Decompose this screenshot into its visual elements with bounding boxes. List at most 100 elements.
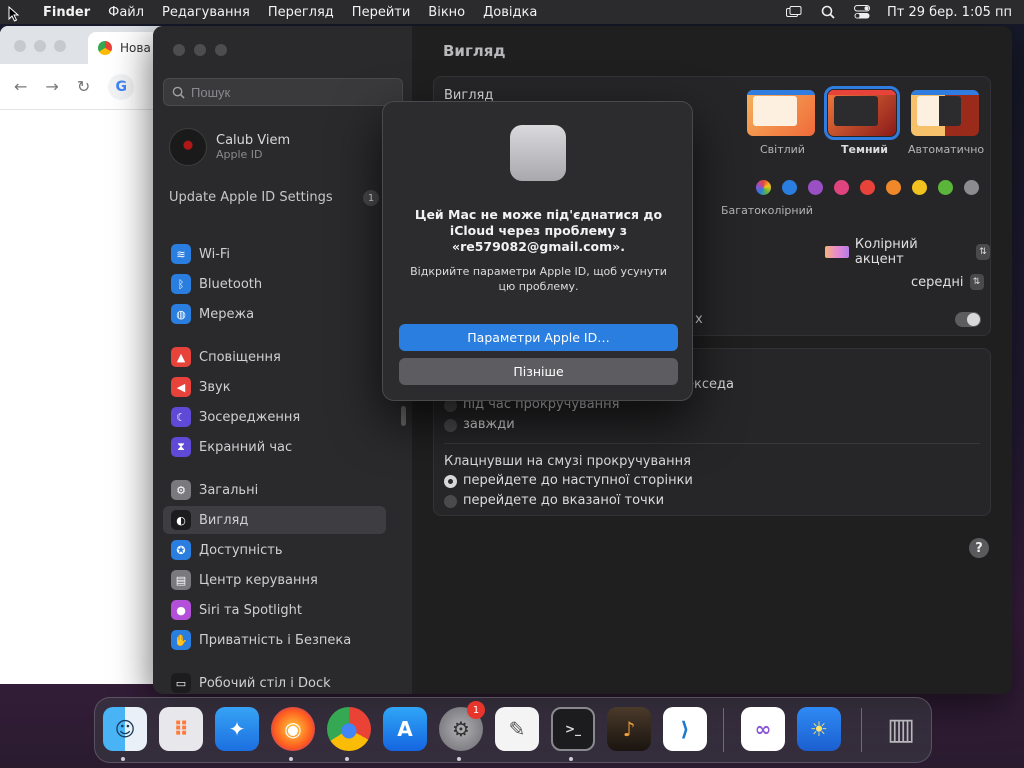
sidebar-item-label: Загальні: [199, 482, 259, 498]
sidebar-item[interactable]: ◀ Звук: [163, 373, 386, 401]
menu-finder[interactable]: Finder: [34, 5, 99, 20]
accent-color-swatch[interactable]: [964, 180, 979, 195]
appearance-icon: ◐: [171, 510, 191, 530]
accent-multicolor-swatch[interactable]: [756, 180, 771, 195]
sidebar-item[interactable]: ✋ Приватність і Безпека: [163, 626, 386, 654]
jump-next-page-label: перейдете до наступної сторінки: [463, 473, 693, 488]
account-name: Calub Viem: [216, 133, 291, 148]
hourglass-icon: ⧗: [171, 437, 191, 457]
dock-icon: ▭: [171, 673, 191, 693]
sidebar-item[interactable]: ● Siri та Spotlight: [163, 596, 386, 624]
running-indicator: [345, 757, 349, 761]
theme-light-thumbnail[interactable]: [747, 90, 815, 136]
sidebar-item[interactable]: ⧗ Екранний час: [163, 433, 386, 461]
dock: ☺ ⠿ ✦ ◉ ● A ⚙ ✎ >_ ♪ ⟩ ∞ ☀ ▥ 1: [94, 697, 932, 763]
dock-separator: [723, 708, 724, 752]
apple-id-account[interactable]: Calub Viem Apple ID: [169, 128, 290, 166]
menu-bar: Finder Файл Редагування Перегляд Перейти…: [0, 0, 1024, 24]
textedit-icon[interactable]: ✎: [495, 707, 539, 751]
apple-id-settings-button[interactable]: Параметри Apple ID…: [399, 324, 678, 351]
close-button[interactable]: [173, 44, 185, 56]
accent-color-swatch[interactable]: [808, 180, 823, 195]
menu-go[interactable]: Перейти: [343, 5, 420, 20]
launchpad-icon[interactable]: ⠿: [159, 707, 203, 751]
chrome-tab-title: Нова: [120, 41, 151, 55]
finder-icon[interactable]: ☺: [103, 707, 147, 751]
sidebar-item-label: Bluetooth: [199, 276, 263, 292]
speaker-icon: ◀: [171, 377, 191, 397]
sidebar-item-label: Зосередження: [199, 409, 301, 425]
menu-file[interactable]: Файл: [99, 5, 153, 20]
menu-extras: Пт 29 бер. 1:05 пп: [777, 5, 1024, 20]
sidebar-item[interactable]: ≋ Wi-Fi: [163, 240, 386, 268]
menu-window[interactable]: Вікно: [419, 5, 474, 20]
weather-icon[interactable]: ☀: [797, 707, 841, 751]
control-center-icon[interactable]: [845, 5, 879, 19]
minimize-button[interactable]: [194, 44, 206, 56]
chrome-window: Нова ← → ↻ G: [0, 26, 170, 684]
sidebar-item[interactable]: ▤ Центр керування: [163, 566, 386, 594]
help-button[interactable]: ?: [969, 538, 989, 558]
forward-arrow-icon[interactable]: →: [45, 77, 58, 96]
theme-auto-thumbnail[interactable]: [911, 90, 979, 136]
wallpaper-tint-toggle[interactable]: [955, 312, 981, 327]
sidebar-item[interactable]: ▭ Робочий стіл і Dock: [163, 669, 386, 694]
sidebar-item[interactable]: ⚙ Загальні: [163, 476, 386, 504]
highlight-value: Колірний акцент: [854, 237, 918, 267]
mouse-cursor-icon: [8, 6, 20, 22]
terminal-icon[interactable]: >_: [551, 707, 595, 751]
pane-title: Вигляд: [443, 42, 506, 60]
sidebar-item[interactable]: ◍ Мережа: [163, 300, 386, 328]
gear-icon: ⚙: [171, 480, 191, 500]
radio-jump-to-spot[interactable]: [444, 495, 457, 508]
sidebar-item[interactable]: ◐ Вигляд: [163, 506, 386, 534]
menu-view[interactable]: Перегляд: [259, 5, 343, 20]
sidebar-item[interactable]: ▲ Сповіщення: [163, 343, 386, 371]
search-field[interactable]: [163, 78, 403, 106]
accent-color-swatch[interactable]: [782, 180, 797, 195]
running-indicator: [289, 757, 293, 761]
later-button[interactable]: Пізніше: [399, 358, 678, 385]
menu-help[interactable]: Довідка: [474, 5, 546, 20]
garageband-icon[interactable]: ♪: [607, 707, 651, 751]
zoom-button[interactable]: [215, 44, 227, 56]
radio-scroll-always[interactable]: [444, 419, 457, 432]
hand-icon: ✋: [171, 630, 191, 650]
back-arrow-icon[interactable]: ←: [14, 77, 27, 96]
settings-sidebar: Calub Viem Apple ID Update Apple ID Sett…: [153, 26, 412, 694]
system-settings-app-icon: [510, 125, 566, 181]
menu-clock[interactable]: Пт 29 бер. 1:05 пп: [879, 5, 1024, 20]
accessibility-icon: ✪: [171, 540, 191, 560]
app-store-icon[interactable]: A: [383, 707, 427, 751]
reload-icon[interactable]: ↻: [77, 77, 90, 96]
sidebar-scrollbar[interactable]: [401, 406, 406, 426]
accent-color-swatch[interactable]: [886, 180, 901, 195]
spotlight-search-icon[interactable]: [811, 5, 845, 19]
accent-color-swatch[interactable]: [938, 180, 953, 195]
vscode-icon[interactable]: ⟩: [663, 707, 707, 751]
update-badge: 1: [363, 190, 379, 206]
sidebar-item-label: Доступність: [199, 542, 283, 558]
sidebar-item[interactable]: ᛒ Bluetooth: [163, 270, 386, 298]
accent-color-swatch[interactable]: [834, 180, 849, 195]
theme-dark-thumbnail[interactable]: [824, 86, 900, 140]
sidebar-item[interactable]: ✪ Доступність: [163, 536, 386, 564]
menu-edit[interactable]: Редагування: [153, 5, 259, 20]
radio-jump-next-page[interactable]: [444, 475, 457, 488]
sidebar-icon-size-select[interactable]: середні ⇅: [911, 274, 984, 290]
accent-color-swatch[interactable]: [860, 180, 875, 195]
trash-icon[interactable]: ▥: [879, 707, 923, 751]
screen-mirroring-icon[interactable]: [777, 5, 811, 19]
visual-studio-icon[interactable]: ∞: [741, 707, 785, 751]
sidebar-item[interactable]: ☾ Зосередження: [163, 403, 386, 431]
group-divider: [444, 443, 980, 444]
highlight-color-select[interactable]: Колірний акцент ⇅: [825, 237, 990, 267]
update-apple-id-settings[interactable]: Update Apple ID Settings: [169, 190, 381, 205]
scroll-always-label: завжди: [463, 417, 515, 432]
google-icon[interactable]: G: [108, 73, 135, 100]
firefox-icon[interactable]: ◉: [271, 707, 315, 751]
chrome-icon[interactable]: ●: [327, 707, 371, 751]
safari-icon[interactable]: ✦: [215, 707, 259, 751]
search-input[interactable]: [191, 84, 391, 100]
accent-color-swatch[interactable]: [912, 180, 927, 195]
